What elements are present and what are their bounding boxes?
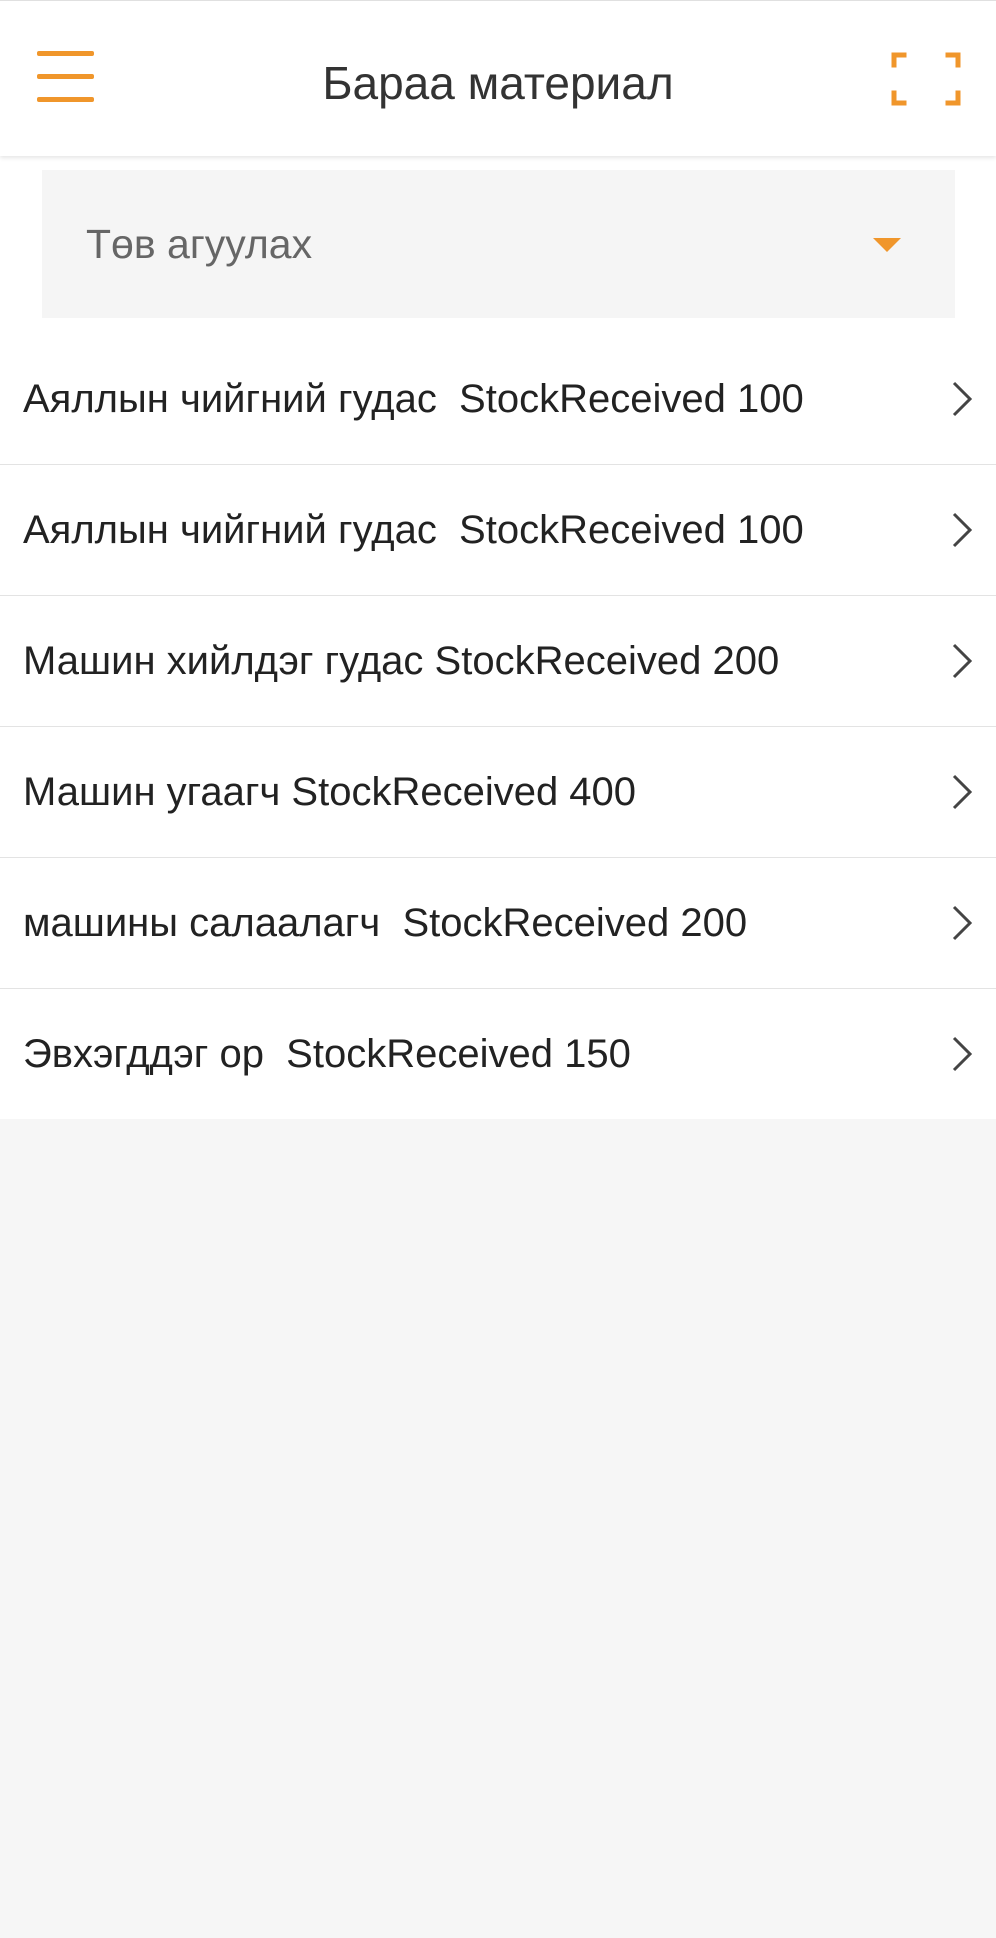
list-item-label: Эвхэгддэг ор StockReceived 150 [23, 1032, 631, 1076]
chevron-right-icon [952, 643, 973, 679]
list-item-label: Машин угаагч StockReceived 400 [23, 770, 637, 814]
list-item-label: Машин хийлдэг гудас StockReceived 200 [23, 639, 780, 683]
scan-button[interactable] [890, 49, 962, 109]
list-item[interactable]: Машин хийлдэг гудас StockReceived 200 [0, 596, 996, 727]
list-item[interactable]: Эвхэгддэг ор StockReceived 150 [0, 989, 996, 1119]
warehouse-select-value: Төв агуулах [86, 221, 313, 267]
chevron-right-icon [952, 905, 973, 941]
list-item[interactable]: Аяллын чийгний гудас StockReceived 100 [0, 465, 996, 596]
list-item-label: Аяллын чийгний гудас StockReceived 100 [23, 508, 804, 552]
list-item[interactable]: Машин угаагч StockReceived 400 [0, 727, 996, 858]
filter-bar: Төв агуулах [0, 156, 996, 334]
stock-list: Аяллын чийгний гудас StockReceived 100 Ая… [0, 334, 996, 1119]
chevron-right-icon [952, 512, 973, 548]
list-item[interactable]: Аяллын чийгний гудас StockReceived 100 [0, 334, 996, 465]
menu-button[interactable] [26, 43, 106, 113]
list-item-label: Аяллын чийгний гудас StockReceived 100 [23, 377, 804, 421]
list-item-label: машины салаалагч StockReceived 200 [23, 901, 748, 945]
chevron-right-icon [952, 774, 973, 810]
app-header: Бараа материал [0, 0, 996, 156]
scan-frame-icon [891, 52, 961, 106]
list-item[interactable]: машины салаалагч StockReceived 200 [0, 858, 996, 989]
chevron-right-icon [952, 381, 973, 417]
warehouse-select[interactable]: Төв агуулах [42, 170, 955, 318]
page-title: Бараа материал [322, 57, 674, 109]
dropdown-caret-icon [873, 238, 901, 252]
chevron-right-icon [952, 1036, 973, 1072]
